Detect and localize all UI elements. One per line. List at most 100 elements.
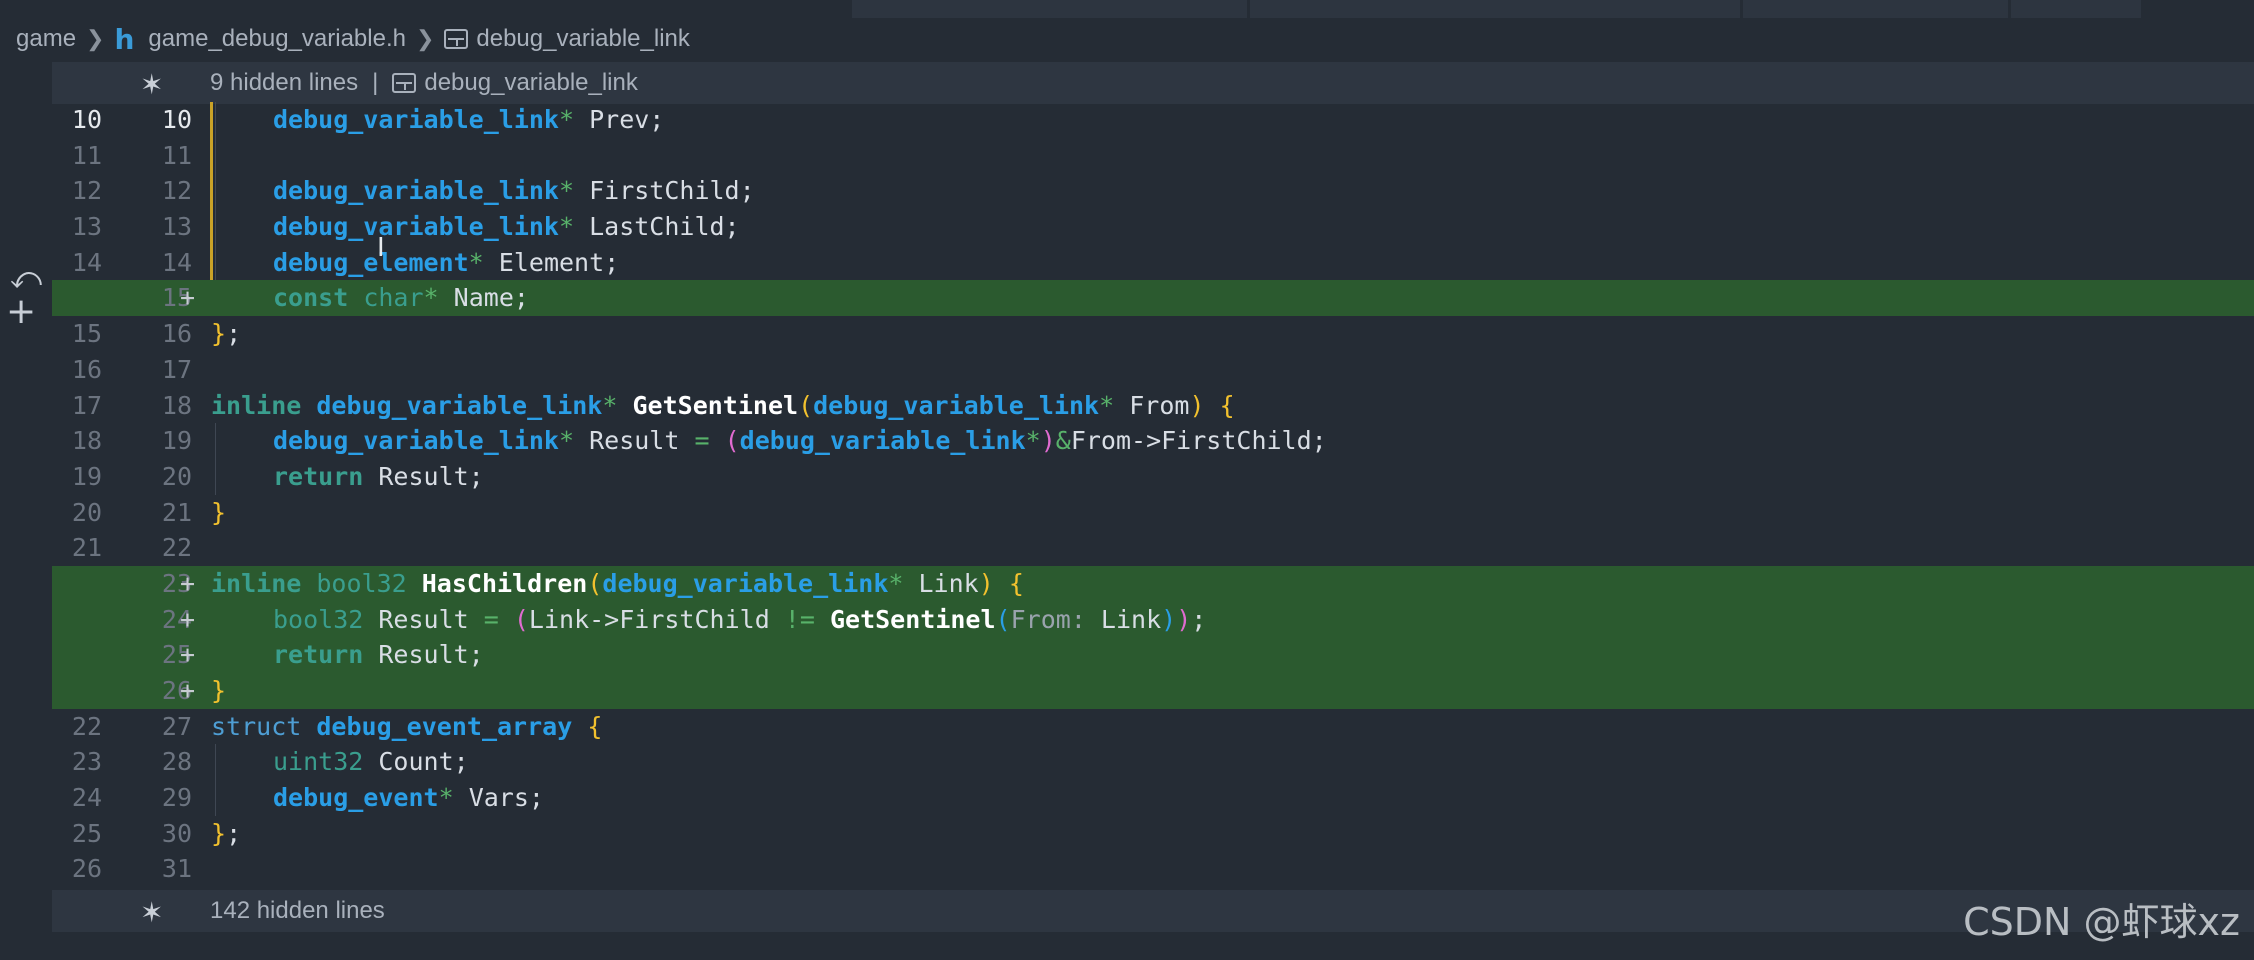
code-token: return (273, 640, 364, 670)
code-line[interactable]: 23 28 uint32 Count; (52, 744, 2254, 781)
code-token: ) (1161, 604, 1177, 634)
code-token: { (1219, 390, 1235, 420)
code-token: * (558, 105, 575, 134)
code-token: ( (798, 390, 814, 420)
added-code-line[interactable]: 25 + return Result; (52, 637, 2254, 673)
code-token: GetSentinel (632, 390, 799, 420)
hidden-lines-bar-bottom[interactable]: ✶ 142 hidden lines (52, 890, 2254, 932)
code-line[interactable]: 10 10 debug_variable_link* Prev; (52, 102, 2254, 138)
code-token: inline (211, 568, 302, 598)
unfold-icon[interactable]: ✶ (140, 896, 163, 929)
code-token: Link (1085, 604, 1162, 634)
unfold-icon[interactable]: ✶ (140, 68, 163, 101)
separator: | (372, 69, 379, 96)
diff-gutter (0, 60, 52, 960)
code-token: return (273, 461, 364, 491)
code-token: { (1008, 568, 1024, 598)
hidden-lines-bar-top[interactable]: ✶ 9 hidden lines | debug_variable_link (52, 62, 2254, 104)
new-line-number: 18 (161, 390, 192, 420)
code-token: From: (1010, 604, 1086, 634)
code-token: Result (363, 604, 484, 634)
new-line-number: 13 (161, 212, 192, 242)
code-text: bool32 Result = (Link->FirstChild != Get… (273, 602, 1206, 638)
breadcrumb-folder[interactable]: game (16, 25, 76, 53)
new-line-number: 11 (161, 140, 192, 170)
new-line-number: 16 (161, 319, 192, 349)
code-line[interactable]: 26 31 (52, 851, 2254, 887)
new-line-number: 19 (161, 426, 192, 456)
code-text: debug_variable_link* Prev; (273, 102, 664, 138)
code-line[interactable]: 16 17 (52, 352, 2254, 388)
code-token: ( (587, 568, 603, 598)
code-line[interactable]: 17 18 inline debug_variable_link* GetSenti… (52, 388, 2254, 424)
modified-line-marker (210, 137, 213, 174)
tab-segment[interactable] (1250, 0, 1740, 18)
old-line-number: 23 (71, 747, 102, 777)
new-line-number: 29 (161, 783, 192, 813)
code-line[interactable]: 20 21} (52, 495, 2254, 531)
code-text: debug_element* Element; (273, 245, 619, 281)
breadcrumb-symbol[interactable]: debug_variable_link (476, 25, 690, 53)
code-token: Count; (363, 747, 469, 777)
code-token: * (438, 783, 454, 813)
code-line[interactable]: 24 29 debug_event* Vars; (52, 780, 2254, 816)
code-token: const (273, 283, 349, 313)
modified-line-marker (210, 173, 213, 210)
added-marker: + (180, 604, 196, 634)
code-token: Link->FirstChild (528, 604, 785, 634)
tab-segment[interactable] (2011, 0, 2141, 18)
code-token: HasChildren (421, 568, 588, 598)
added-code-line[interactable]: 24 + bool32 Result = (Link->FirstChild != … (52, 601, 2254, 638)
new-line-number: 22 (161, 533, 192, 563)
code-text: } (211, 673, 226, 709)
code-token: } (211, 818, 227, 848)
code-text: struct debug_event_array { (211, 709, 602, 745)
tab-segment[interactable] (852, 0, 1247, 18)
code-token: ( (995, 604, 1011, 634)
code-line[interactable]: 25 30}; (52, 816, 2254, 852)
watermark: CSDN @虾球xz (1963, 900, 2240, 944)
indent-guide (215, 102, 216, 138)
code-lines: 10 10 debug_variable_link* Prev; 11 11 12 12 de… (52, 102, 2254, 887)
new-line-number: 17 (161, 354, 192, 384)
code-line[interactable]: 22 27 struct debug_event_array { (52, 709, 2254, 745)
added-code-line[interactable]: 26 +} (52, 673, 2254, 709)
code-token: { (587, 711, 603, 741)
code-line[interactable]: 12 12 debug_variable_link* FirstChild; (52, 173, 2254, 210)
code-text: debug_event* Vars; (273, 780, 544, 816)
code-line[interactable]: 11 11 (52, 137, 2254, 174)
code-token: debug_variable_link (273, 105, 559, 134)
old-line-number: 21 (71, 533, 102, 563)
code-line[interactable]: 19 20 return Result; (52, 458, 2254, 495)
code-text: return Result; (273, 459, 484, 495)
breadcrumb-file[interactable]: game_debug_variable.h (148, 25, 406, 53)
tab-segment[interactable] (1743, 0, 2008, 18)
new-line-number: 10 (161, 105, 192, 134)
code-text: return Result; (273, 637, 484, 673)
code-token: ) (1189, 390, 1205, 420)
code-token: & (1055, 426, 1071, 456)
code-editor[interactable]: ✶ 9 hidden lines | debug_variable_link 1… (52, 60, 2254, 960)
old-line-number: 24 (71, 783, 102, 813)
h-file-icon: h (114, 22, 135, 56)
code-text: }; (211, 316, 241, 352)
chevron-right-icon: ❯ (415, 26, 435, 51)
old-line-number: 10 (71, 105, 102, 134)
code-line[interactable]: 21 22 (52, 530, 2254, 566)
code-token: ; (226, 818, 242, 848)
old-line-number: 22 (71, 711, 102, 741)
code-line[interactable]: 15 16}; (52, 316, 2254, 352)
code-token: * (468, 247, 484, 277)
code-text: }; (211, 816, 241, 852)
new-line-number: 20 (161, 461, 192, 491)
added-code-line[interactable]: 15 + const char* Name; (52, 280, 2254, 317)
indent-guide (215, 423, 216, 459)
code-token: debug_event_array (316, 711, 573, 741)
code-line[interactable]: 18 19 debug_variable_link* Result = (debug… (52, 423, 2254, 459)
added-code-line[interactable]: 23 + inline bool32 HasChildren(debug_varia… (52, 565, 2254, 602)
revert-icon[interactable]: ⤺ + (4, 264, 42, 334)
code-token: bool32 (273, 604, 364, 634)
modified-line-marker (210, 209, 213, 245)
